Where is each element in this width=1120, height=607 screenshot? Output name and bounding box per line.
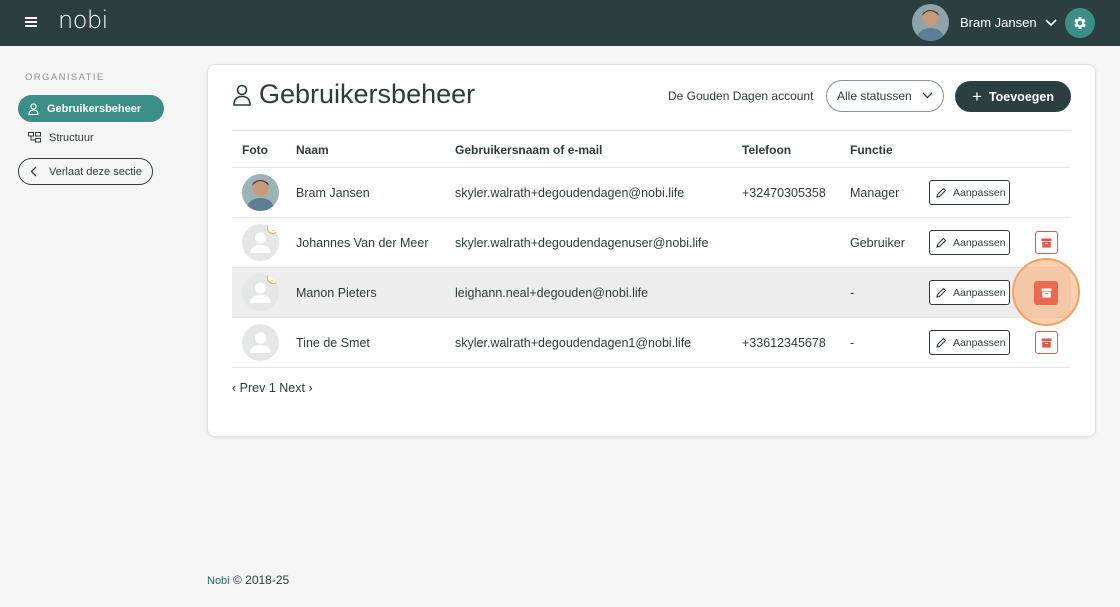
pencil-icon bbox=[936, 287, 947, 298]
pencil-icon bbox=[936, 237, 947, 248]
table-row: ! Manon Pieters leighann.neal+degouden@n… bbox=[232, 258, 1080, 326]
add-user-button[interactable]: + Toevoegen bbox=[955, 81, 1071, 112]
account-label: De Gouden Dagen account bbox=[668, 89, 814, 103]
user-role-cell: Manager bbox=[850, 186, 900, 200]
user-photo-placeholder bbox=[242, 324, 279, 361]
user-icon bbox=[233, 84, 251, 106]
sidebar-item-gebruikersbeheer[interactable]: Gebruikersbeheer bbox=[18, 95, 164, 122]
user-email-cell: skyler.walrath+degoudendagen@nobi.life bbox=[455, 186, 685, 200]
warning-icon: ! bbox=[267, 274, 279, 284]
table-row: Bram Jansen skyler.walrath+degoudendagen… bbox=[232, 168, 1071, 218]
user-menu[interactable]: Bram Jansen bbox=[912, 4, 1057, 41]
sidebar-heading: ORGANISATIE bbox=[25, 72, 105, 83]
table-header: Foto Naam Gebruikersnaam of e-mail Telef… bbox=[232, 130, 1071, 168]
archive-button[interactable] bbox=[1034, 281, 1058, 305]
page-title-text: Gebruikersbeheer bbox=[259, 79, 476, 109]
column-header: Telefoon bbox=[742, 143, 792, 157]
user-email-cell: leighann.neal+degouden@nobi.life bbox=[455, 286, 649, 300]
archive-button[interactable] bbox=[1035, 331, 1058, 354]
plus-icon: + bbox=[972, 87, 982, 106]
pencil-icon bbox=[936, 337, 947, 348]
user-photo-placeholder: ! bbox=[242, 274, 279, 311]
gear-icon bbox=[1074, 17, 1086, 29]
archive-icon bbox=[1041, 238, 1052, 248]
user-role-cell: Gebruiker bbox=[850, 236, 905, 250]
structure-icon bbox=[28, 132, 41, 143]
edit-button[interactable]: Aanpassen bbox=[929, 230, 1010, 255]
pencil-icon bbox=[936, 187, 947, 198]
status-filter-select[interactable]: Alle statussen bbox=[826, 80, 944, 112]
chevron-down-icon bbox=[1045, 18, 1057, 26]
chevron-down-icon bbox=[922, 92, 933, 99]
leave-section-button[interactable]: Verlaat deze sectie bbox=[18, 158, 153, 185]
user-icon bbox=[28, 102, 39, 115]
user-email-cell: skyler.walrath+degoudendagenuser@nobi.li… bbox=[455, 236, 709, 250]
chevron-left-icon bbox=[30, 166, 37, 177]
column-header: Gebruikersnaam of e-mail bbox=[455, 143, 603, 157]
sidebar-item-label: Structuur bbox=[49, 131, 94, 144]
archive-icon bbox=[1041, 288, 1051, 298]
user-role-cell: - bbox=[850, 336, 855, 350]
user-phone-cell: +32470305358 bbox=[742, 186, 826, 200]
user-name: Bram Jansen bbox=[960, 15, 1037, 30]
archive-button[interactable] bbox=[1035, 231, 1058, 254]
column-header: Functie bbox=[850, 143, 893, 157]
edit-label: Aanpassen bbox=[953, 336, 1006, 349]
edit-button[interactable]: Aanpassen bbox=[929, 330, 1010, 355]
user-name-cell: Manon Pieters bbox=[296, 286, 377, 300]
status-filter-value: Alle statussen bbox=[837, 89, 912, 103]
edit-label: Aanpassen bbox=[953, 186, 1006, 199]
edit-button[interactable]: Aanpassen bbox=[929, 280, 1010, 305]
pagination: ‹ Prev 1 Next › bbox=[232, 381, 313, 395]
sidebar-item-label: Gebruikersbeheer bbox=[47, 102, 142, 115]
user-phone-cell: +33612345678 bbox=[742, 336, 826, 350]
top-bar: nobi Bram Jansen bbox=[0, 0, 1120, 46]
column-header: Naam bbox=[296, 143, 329, 157]
user-photo bbox=[242, 174, 279, 211]
user-email-cell: skyler.walrath+degoudendagen1@nobi.life bbox=[455, 336, 692, 350]
warning-icon: ! bbox=[267, 224, 279, 234]
leave-label: Verlaat deze sectie bbox=[49, 165, 142, 178]
add-label: Toevoegen bbox=[988, 89, 1054, 104]
footer-copyright: © 2018-25 bbox=[232, 573, 290, 587]
next-page-link[interactable]: Next › bbox=[279, 381, 312, 395]
user-name-cell: Bram Jansen bbox=[296, 186, 370, 200]
user-name-cell: Johannes Van der Meer bbox=[296, 236, 429, 250]
current-page[interactable]: 1 bbox=[269, 381, 276, 395]
column-header: Foto bbox=[242, 143, 268, 157]
page-title: Gebruikersbeheer bbox=[233, 79, 475, 110]
user-photo-placeholder: ! bbox=[242, 224, 279, 261]
logo[interactable]: nobi bbox=[58, 6, 108, 34]
menu-icon[interactable] bbox=[25, 15, 39, 29]
edit-label: Aanpassen bbox=[953, 236, 1006, 249]
user-role-cell: - bbox=[850, 286, 855, 300]
avatar bbox=[912, 4, 949, 41]
user-name-cell: Tine de Smet bbox=[296, 336, 370, 350]
edit-button[interactable]: Aanpassen bbox=[929, 180, 1010, 205]
table-row: ! Johannes Van der Meer skyler.walrath+d… bbox=[232, 218, 1071, 268]
users-table: Foto Naam Gebruikersnaam of e-mail Telef… bbox=[232, 130, 1080, 368]
user-management-card: Gebruikersbeheer De Gouden Dagen account… bbox=[207, 64, 1096, 437]
sidebar-item-structuur[interactable]: Structuur bbox=[18, 124, 164, 151]
settings-button[interactable] bbox=[1065, 8, 1095, 38]
footer: Nobi © 2018-25 bbox=[207, 573, 289, 587]
archive-icon bbox=[1041, 338, 1052, 348]
edit-label: Aanpassen bbox=[953, 286, 1006, 299]
table-row: Tine de Smet skyler.walrath+degoudendage… bbox=[232, 318, 1071, 368]
prev-page-link[interactable]: ‹ Prev bbox=[232, 381, 265, 395]
footer-brand[interactable]: Nobi bbox=[207, 575, 230, 587]
